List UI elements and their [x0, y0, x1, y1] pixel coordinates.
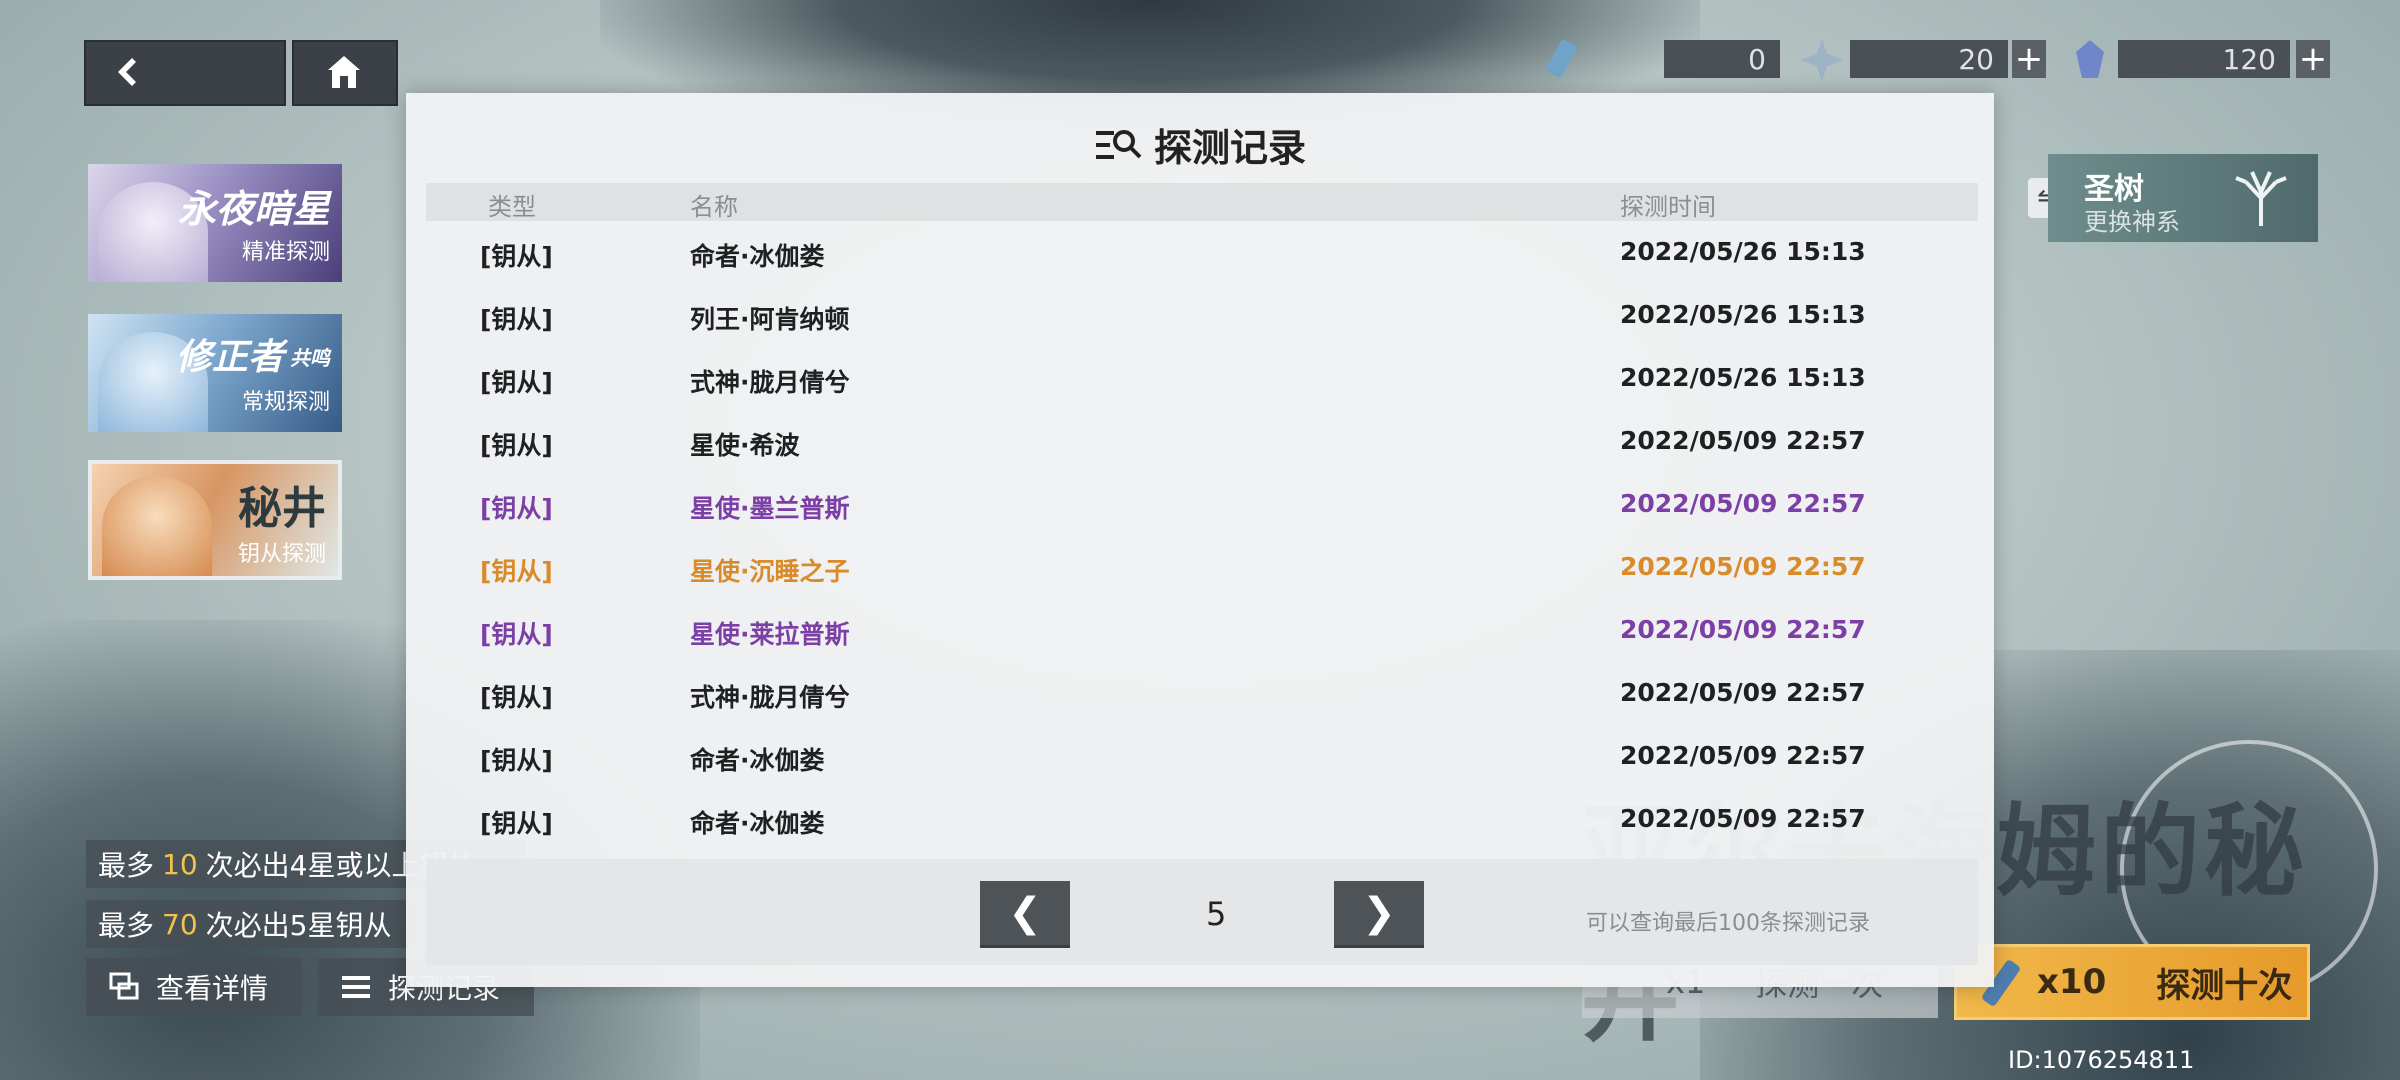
table-row: [钥从] 星使·沉睡之子 2022/05/09 22:57 [406, 536, 1994, 599]
banner-secret-well[interactable]: 秘井 钥从探测 [88, 460, 342, 580]
row-name: 命者·冰伽娄 [690, 809, 825, 838]
row-name: 星使·墨兰普斯 [690, 494, 850, 523]
row-type: [钥从] [480, 557, 553, 586]
row-name: 列王·阿肯纳顿 [690, 305, 850, 334]
info-count: 70 [162, 907, 198, 941]
info-prefix: 最多 [98, 849, 155, 882]
view-details-label: 查看详情 [156, 972, 269, 1005]
table-header: 类型 名称 探测时间 [426, 183, 1978, 221]
player-id: ID:1076254811 [2008, 1046, 2195, 1074]
banner-title-suffix: 共鸣 [290, 346, 330, 370]
info-count: 10 [162, 847, 198, 881]
star-crystal-icon [1800, 38, 1844, 82]
header-name: 名称 [690, 193, 738, 221]
back-arrow-icon [118, 58, 136, 86]
banner-subtitle: 精准探测 [241, 240, 330, 265]
row-type: [钥从] [480, 746, 553, 775]
guarantee-5star-info: 最多 70 次必出5星钥从 [86, 900, 416, 948]
back-button[interactable] [84, 40, 286, 106]
banner-subtitle: 常规探测 [241, 390, 330, 415]
row-time: 2022/05/09 22:57 [1620, 741, 1866, 770]
add-star-crystal-button[interactable]: + [2012, 39, 2046, 79]
sacred-tree-subtitle: 更换神系 [2084, 208, 2180, 236]
table-row: [钥从] 命者·冰伽娄 2022/05/26 15:13 [406, 221, 1994, 284]
probe-records-modal: 探测记录 类型 名称 探测时间 [钥从] 命者·冰伽娄 2022/05/26 1… [406, 93, 1994, 987]
row-type: [钥从] [480, 305, 553, 334]
table-row: [钥从] 式神·胧月倩兮 2022/05/09 22:57 [406, 662, 1994, 725]
record-search-icon [1095, 129, 1142, 159]
banner-title: 秘井 [238, 483, 326, 534]
row-type: [钥从] [480, 368, 553, 397]
ticket-icon [1546, 39, 1577, 78]
pagination-bar: ❮ 5 ❯ 可以查询最后100条探测记录 [426, 859, 1978, 965]
records-limit-note: 可以查询最后100条探测记录 [1586, 911, 1870, 936]
list-icon [342, 976, 370, 998]
banner-title: 修正者 [175, 337, 284, 378]
row-name: 式神·胧月倩兮 [690, 683, 850, 712]
banner-subtitle: 钥从探测 [237, 542, 326, 567]
table-row: [钥从] 星使·希波 2022/05/09 22:57 [406, 410, 1994, 473]
row-time: 2022/05/09 22:57 [1620, 426, 1866, 455]
row-name: 星使·沉睡之子 [690, 557, 850, 586]
row-name: 命者·冰伽娄 [690, 746, 825, 775]
next-page-button[interactable]: ❯ [1334, 881, 1424, 945]
current-page: 5 [1206, 895, 1227, 933]
row-type: [钥从] [480, 242, 553, 271]
draw-ten-label: 探测十次 [2156, 965, 2293, 1006]
row-time: 2022/05/09 22:57 [1620, 804, 1866, 833]
row-type: [钥从] [480, 494, 553, 523]
table-row: [钥从] 星使·莱拉普斯 2022/05/09 22:57 [406, 599, 1994, 662]
blue-crystal-icon [2076, 40, 2104, 78]
banner-title: 永夜暗星 [177, 187, 330, 231]
draw-ten-button[interactable]: x10 探测十次 [1954, 944, 2310, 1020]
home-icon [328, 56, 360, 88]
modal-title: 探测记录 [406, 117, 1994, 172]
view-details-button[interactable]: 查看详情 [86, 958, 302, 1016]
details-icon [109, 972, 139, 1000]
draw-ten-count: x10 [2037, 962, 2107, 1002]
character-portrait [102, 476, 212, 576]
header-time: 探测时间 [1620, 193, 1716, 221]
table-row: [钥从] 星使·墨兰普斯 2022/05/09 22:57 [406, 473, 1994, 536]
row-name: 式神·胧月倩兮 [690, 368, 850, 397]
table-row: [钥从] 列王·阿肯纳顿 2022/05/26 15:13 [406, 284, 1994, 347]
table-row: [钥从] 式神·胧月倩兮 2022/05/26 15:13 [406, 347, 1994, 410]
banner-eternal-night[interactable]: 永夜暗星 精准探测 [88, 164, 342, 282]
table-row: [钥从] 命者·冰伽娄 2022/05/09 22:57 [406, 725, 1994, 788]
tree-icon [2235, 171, 2287, 226]
row-time: 2022/05/09 22:57 [1620, 552, 1866, 581]
row-name: 星使·莱拉普斯 [690, 620, 850, 649]
row-type: [钥从] [480, 620, 553, 649]
info-suffix: 次必出5星钥从 [205, 909, 392, 942]
row-name: 星使·希波 [690, 431, 800, 460]
sacred-tree-button[interactable]: 圣树 更换神系 [2048, 154, 2318, 242]
row-time: 2022/05/09 22:57 [1620, 615, 1866, 644]
row-time: 2022/05/09 22:57 [1620, 489, 1866, 518]
banner-corrector[interactable]: 修正者 共鸣 常规探测 [88, 314, 342, 432]
info-prefix: 最多 [98, 909, 155, 942]
row-time: 2022/05/09 22:57 [1620, 678, 1866, 707]
currency-star-value: 20 [1850, 40, 2008, 78]
row-time: 2022/05/26 15:13 [1620, 300, 1866, 329]
row-name: 命者·冰伽娄 [690, 242, 825, 271]
row-type: [钥从] [480, 683, 553, 712]
table-row: [钥从] 命者·冰伽娄 2022/05/09 22:57 [406, 788, 1994, 851]
row-time: 2022/05/26 15:13 [1620, 237, 1866, 266]
currency-blue-value: 120 [2118, 40, 2290, 78]
prev-page-button[interactable]: ❮ [980, 881, 1070, 945]
row-time: 2022/05/26 15:13 [1620, 363, 1866, 392]
row-type: [钥从] [480, 809, 553, 838]
currency-ticket-value: 0 [1664, 40, 1780, 78]
header-type: 类型 [488, 193, 536, 221]
row-type: [钥从] [480, 431, 553, 460]
add-blue-crystal-button[interactable]: + [2296, 39, 2330, 79]
modal-title-text: 探测记录 [1153, 126, 1306, 170]
home-button[interactable] [292, 40, 398, 106]
